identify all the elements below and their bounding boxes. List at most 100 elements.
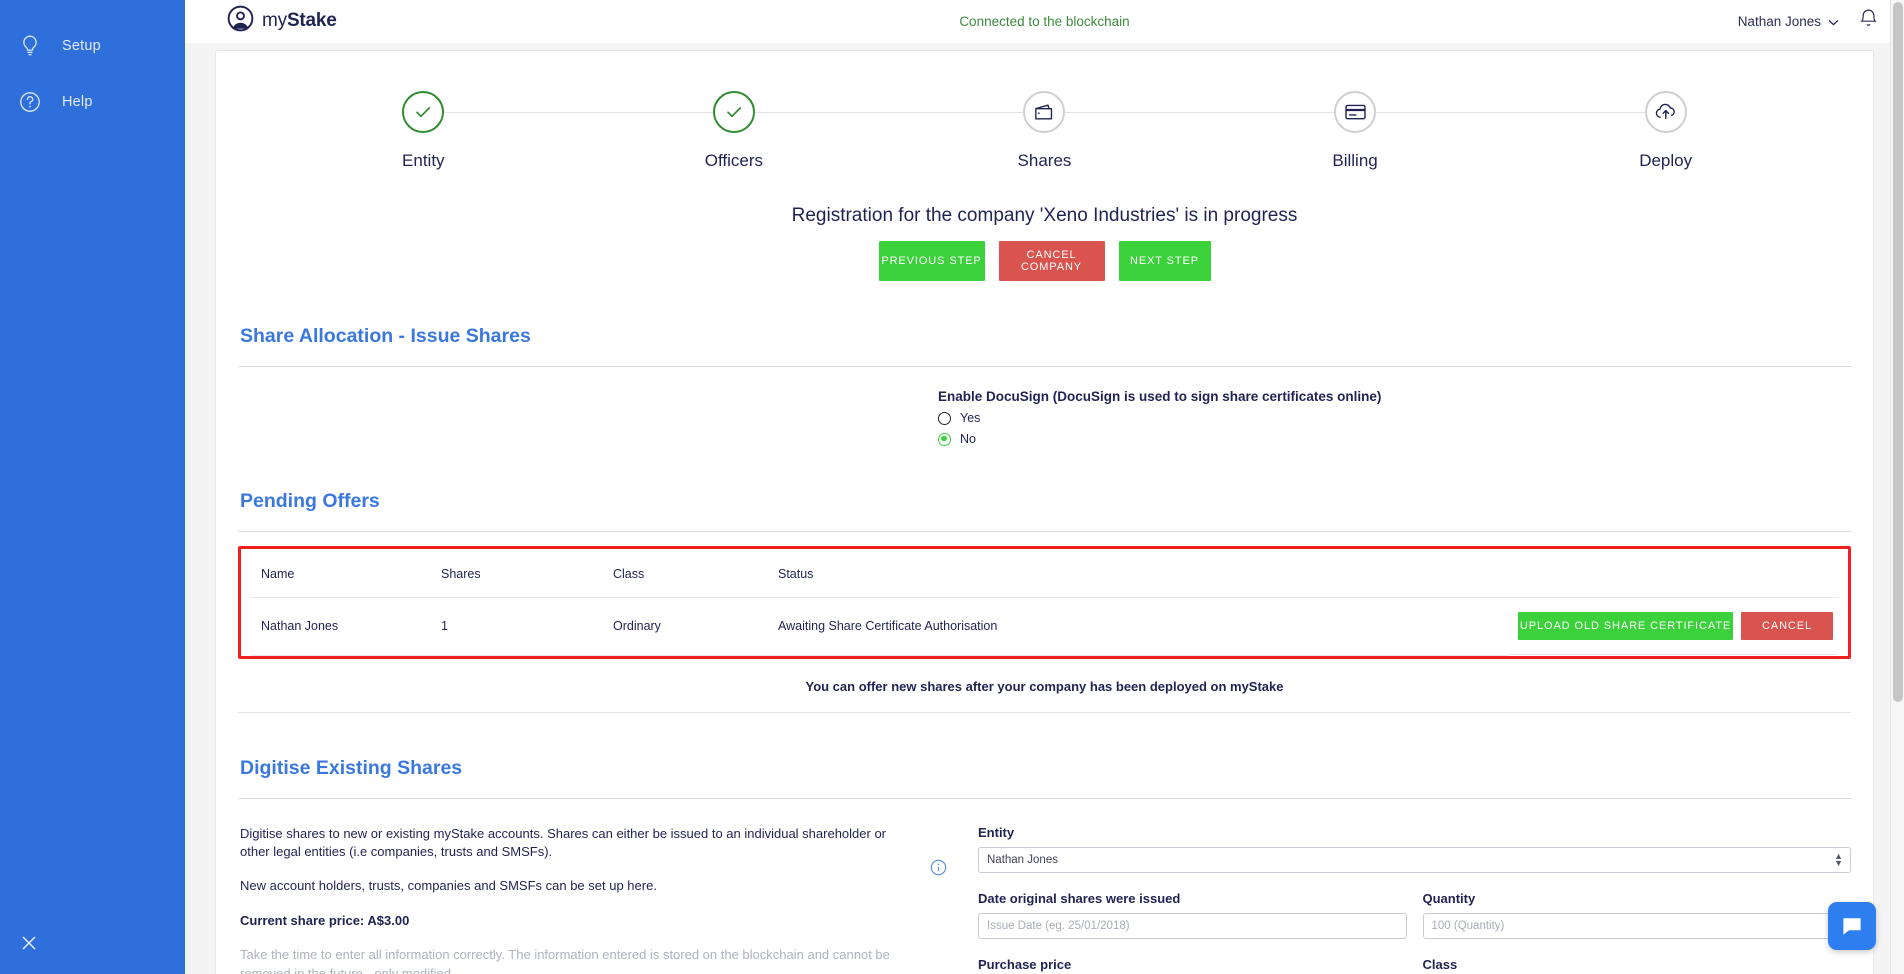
step-deploy[interactable]: Deploy bbox=[1510, 91, 1821, 171]
entity-label: Entity bbox=[978, 824, 1015, 840]
cancel-offer-button[interactable]: CANCEL bbox=[1741, 612, 1833, 640]
sidebar-close-icon[interactable] bbox=[14, 928, 44, 958]
registration-stepper: Entity Officers Shares Billing Deploy bbox=[268, 91, 1821, 171]
cancel-company-button[interactable]: CANCEL COMPANY bbox=[998, 241, 1105, 281]
cell-class: Ordinary bbox=[603, 597, 768, 656]
vertical-scrollbar[interactable] bbox=[1890, 0, 1904, 974]
sidebar: Setup Help bbox=[0, 0, 185, 974]
price-field-group: Purchase price bbox=[978, 957, 1407, 974]
step-officers[interactable]: Officers bbox=[579, 91, 1044, 171]
step-label: Billing bbox=[1332, 151, 1378, 170]
chevron-down-icon bbox=[1828, 14, 1839, 29]
date-field-group: Date original shares were issued bbox=[978, 891, 1407, 939]
entity-field-group: Entity ▲▼ bbox=[978, 825, 1851, 873]
bell-icon[interactable] bbox=[1859, 8, 1878, 34]
check-circle-icon bbox=[712, 91, 755, 133]
digitise-title: Digitise Existing Shares bbox=[240, 756, 463, 779]
cell-shares: 1 bbox=[431, 597, 603, 656]
next-step-button[interactable]: NEXT STEP bbox=[1118, 241, 1211, 281]
class-field-group: Class bbox=[1423, 957, 1852, 974]
registration-actions: PREVIOUS STEP CANCEL COMPANY NEXT STEP bbox=[238, 241, 1851, 281]
entity-select[interactable] bbox=[978, 846, 1851, 873]
cell-status: Awaiting Share Certificate Authorisation bbox=[768, 597, 1508, 656]
docusign-option-no[interactable]: No bbox=[938, 432, 1851, 446]
quantity-input[interactable] bbox=[1422, 912, 1851, 939]
upload-old-share-certificate-button[interactable]: UPLOAD OLD SHARE CERTIFICATE bbox=[1518, 612, 1733, 640]
mystake-avatar-icon bbox=[227, 5, 254, 37]
divider bbox=[238, 711, 1851, 713]
docusign-group: Enable DocuSign (DocuSign is used to sig… bbox=[238, 389, 1851, 446]
chat-bubble-icon[interactable] bbox=[1828, 902, 1876, 950]
price-class-row: Purchase price Class bbox=[978, 957, 1851, 974]
date-label: Date original shares were issued bbox=[978, 890, 1181, 906]
column-header-shares: Shares bbox=[431, 549, 603, 598]
step-label: Deploy bbox=[1639, 151, 1693, 170]
question-circle-icon bbox=[12, 84, 48, 120]
scrollbar-thumb[interactable] bbox=[1893, 2, 1903, 702]
digitise-description: Digitise shares to new or existing mySta… bbox=[238, 825, 898, 974]
date-input[interactable] bbox=[978, 912, 1407, 939]
step-billing[interactable]: Billing bbox=[1200, 91, 1666, 171]
brand-logo[interactable]: myStake bbox=[227, 5, 337, 37]
quantity-label: Quantity bbox=[1422, 890, 1476, 906]
digitise-paragraph-2: New account holders, trusts, companies a… bbox=[240, 878, 657, 894]
table-header-row: Name Shares Class Status bbox=[251, 549, 1838, 598]
check-circle-icon bbox=[402, 91, 445, 133]
entity-select-wrap: ▲▼ bbox=[978, 846, 1851, 873]
pending-offers-table: Name Shares Class Status Nathan Jones 1 … bbox=[251, 549, 1838, 656]
date-quantity-row: Date original shares were issued Quantit… bbox=[978, 891, 1851, 939]
table-row: Nathan Jones 1 Ordinary Awaiting Share C… bbox=[251, 597, 1838, 656]
previous-step-button[interactable]: PREVIOUS STEP bbox=[878, 241, 985, 281]
digitise-form: Entity ▲▼ Date original shares were issu… bbox=[978, 825, 1851, 974]
divider bbox=[238, 531, 1851, 532]
user-name: Nathan Jones bbox=[1737, 13, 1821, 29]
step-label: Entity bbox=[402, 151, 445, 170]
sidebar-item-help[interactable]: Help bbox=[0, 74, 185, 130]
cloud-upload-icon bbox=[1644, 91, 1687, 133]
divider bbox=[238, 366, 1851, 367]
main-area: myStake Connected to the blockchain Nath… bbox=[185, 0, 1904, 974]
radio-label: Yes bbox=[960, 411, 981, 425]
brand-suffix: Stake bbox=[286, 10, 337, 31]
step-entity[interactable]: Entity bbox=[268, 91, 734, 171]
column-header-actions bbox=[1508, 549, 1838, 598]
registration-message: Registration for the company 'Xeno Indus… bbox=[791, 205, 1298, 226]
offer-notice: You can offer new shares after your comp… bbox=[805, 678, 1284, 694]
radio-yes-icon bbox=[938, 411, 951, 425]
lightbulb-icon bbox=[12, 28, 48, 64]
share-allocation-title: Share Allocation - Issue Shares bbox=[240, 325, 531, 347]
sidebar-item-label: Setup bbox=[62, 38, 101, 54]
pending-offers-highlight: Name Shares Class Status Nathan Jones 1 … bbox=[238, 546, 1851, 659]
user-menu[interactable]: Nathan Jones bbox=[1738, 14, 1839, 29]
radio-label: No bbox=[960, 432, 976, 446]
step-label: Officers bbox=[704, 151, 764, 170]
purchase-price-label: Purchase price bbox=[978, 956, 1072, 972]
top-right-controls: Nathan Jones bbox=[1738, 8, 1878, 34]
wallet-icon bbox=[1023, 91, 1066, 133]
class-label: Class bbox=[1422, 956, 1458, 972]
docusign-question: Enable DocuSign (DocuSign is used to sig… bbox=[938, 389, 1382, 404]
brand-text: myStake bbox=[262, 10, 337, 32]
step-label: Shares bbox=[1017, 151, 1072, 170]
column-header-name: Name bbox=[251, 549, 431, 598]
info-icon[interactable] bbox=[918, 825, 958, 974]
column-header-class: Class bbox=[603, 549, 768, 598]
column-header-status: Status bbox=[768, 549, 1508, 598]
cell-name: Nathan Jones bbox=[251, 597, 431, 656]
brand-prefix: my bbox=[262, 10, 287, 31]
content-card: Entity Officers Shares Billing Deploy Re… bbox=[215, 50, 1874, 974]
current-share-price: Current share price: A$3.00 bbox=[240, 912, 410, 928]
sidebar-item-setup[interactable]: Setup bbox=[0, 18, 185, 74]
digitise-disclaimer: Take the time to enter all information c… bbox=[240, 947, 890, 974]
radio-no-icon bbox=[938, 432, 951, 446]
divider bbox=[238, 797, 1851, 799]
top-bar: myStake Connected to the blockchain Nath… bbox=[185, 0, 1904, 43]
connection-status: Connected to the blockchain bbox=[959, 13, 1130, 29]
cell-actions: UPLOAD OLD SHARE CERTIFICATE CANCEL bbox=[1508, 598, 1838, 655]
docusign-option-yes[interactable]: Yes bbox=[938, 411, 1851, 425]
digitise-paragraph-1: Digitise shares to new or existing mySta… bbox=[240, 825, 887, 859]
digitise-body: Digitise shares to new or existing mySta… bbox=[238, 825, 1851, 974]
step-shares[interactable]: Shares bbox=[889, 91, 1355, 171]
sidebar-item-label: Help bbox=[62, 94, 93, 110]
pending-offers-title: Pending Offers bbox=[240, 490, 380, 512]
